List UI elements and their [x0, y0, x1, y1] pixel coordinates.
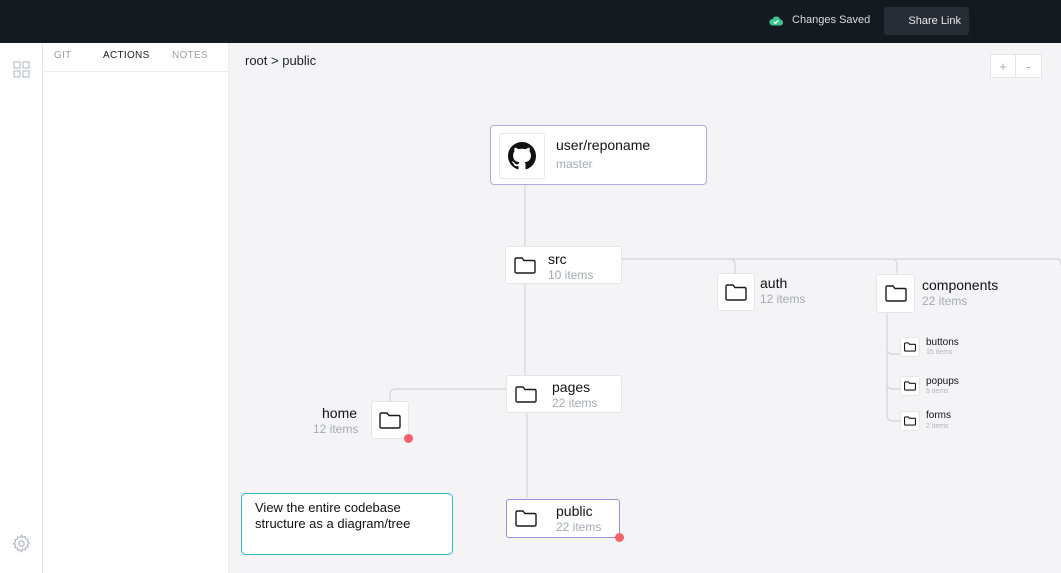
folder-count-auth: 12 items — [760, 292, 806, 306]
folder-count-home: 12 items — [313, 422, 359, 436]
repo-node[interactable]: user/reponame master — [490, 125, 707, 185]
repo-branch: master — [556, 157, 593, 171]
save-status-text: Changes Saved — [792, 14, 871, 26]
folder-node-public[interactable]: public 22 items — [506, 499, 620, 538]
folder-node-buttons[interactable] — [900, 337, 920, 357]
zoom-controls: + - — [990, 54, 1042, 78]
folder-count-forms: 2 items — [926, 423, 949, 430]
repo-name: user/reponame — [556, 137, 651, 153]
folder-name-buttons: buttons — [926, 337, 959, 348]
zoom-out-button[interactable]: - — [1016, 54, 1042, 78]
folder-icon — [515, 510, 537, 527]
folder-node-pages[interactable]: pages 22 items — [506, 375, 622, 413]
folder-name: public — [556, 503, 593, 519]
save-status: Changes Saved — [769, 14, 870, 26]
folder-name-home: home — [322, 405, 358, 421]
folder-icon — [884, 285, 907, 302]
gear-icon[interactable] — [11, 533, 32, 554]
change-indicator-dot — [615, 533, 624, 542]
folder-count: 22 items — [552, 396, 598, 410]
zoom-in-button[interactable]: + — [990, 54, 1016, 78]
folder-count-popups: 5 items — [926, 388, 949, 395]
folder-node-src[interactable]: src 10 items — [505, 246, 622, 284]
tab-git[interactable]: GIT — [54, 50, 72, 61]
folder-icon — [904, 342, 916, 352]
tree-canvas[interactable]: root > public + - user/reponame master s… — [229, 43, 1061, 573]
folder-node-popups[interactable] — [900, 376, 920, 396]
folder-icon — [904, 416, 916, 426]
folder-name-auth: auth — [760, 275, 788, 291]
tip-callout: View the entire codebase structure as a … — [241, 493, 453, 555]
top-bar: Changes Saved Share Link — [0, 0, 1061, 43]
folder-icon — [379, 411, 401, 429]
left-rail — [0, 43, 43, 573]
folder-node-forms[interactable] — [900, 411, 920, 431]
grid-icon[interactable] — [13, 61, 30, 78]
folder-count: 22 items — [556, 520, 602, 534]
change-indicator-dot — [404, 434, 413, 443]
share-link-button[interactable]: Share Link — [884, 7, 969, 35]
folder-name: src — [548, 251, 567, 267]
panel-tabs: GIT ACTIONS NOTES — [43, 43, 229, 72]
folder-count-buttons: 15 items — [926, 349, 953, 356]
folder-count: 10 items — [548, 268, 594, 282]
folder-name-popups: popups — [926, 376, 959, 387]
cloud-check-icon — [769, 15, 783, 26]
tab-notes[interactable]: NOTES — [172, 50, 208, 61]
folder-icon — [514, 257, 536, 274]
folder-icon — [515, 386, 537, 403]
folder-name-forms: forms — [926, 410, 951, 421]
folder-name-components: components — [922, 277, 999, 293]
side-panel: GIT ACTIONS NOTES — [43, 43, 229, 573]
folder-icon — [904, 381, 916, 391]
folder-node-auth[interactable] — [717, 273, 755, 311]
folder-node-home[interactable] — [371, 401, 409, 439]
folder-node-components[interactable] — [876, 274, 915, 313]
breadcrumb: root > public — [245, 53, 317, 68]
github-icon — [499, 133, 545, 179]
tab-actions[interactable]: ACTIONS — [103, 50, 150, 61]
folder-count-components: 22 items — [922, 294, 968, 308]
folder-name: pages — [552, 379, 591, 395]
folder-icon — [725, 283, 747, 301]
